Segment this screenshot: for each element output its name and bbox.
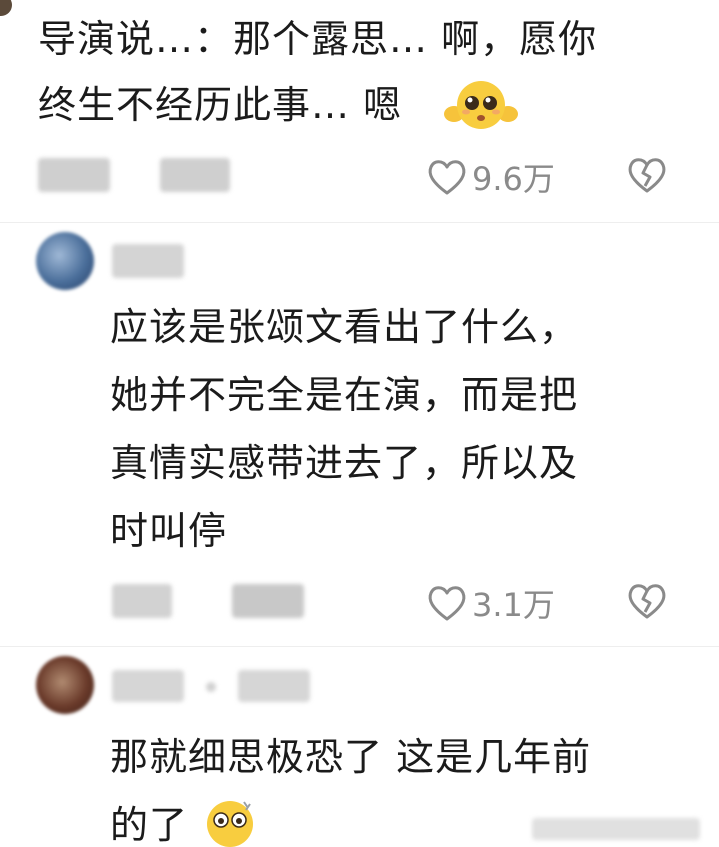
- location-label: [38, 158, 110, 192]
- avatar[interactable]: [36, 656, 94, 714]
- divider: [0, 222, 719, 223]
- author-tag: [238, 670, 310, 702]
- comment-text-line: 应该是张颂文看出了什么，: [110, 305, 579, 349]
- username[interactable]: [112, 670, 184, 702]
- watermark: [532, 818, 700, 840]
- comment-meta: 9.6万: [0, 152, 719, 202]
- broken-heart-icon[interactable]: [626, 582, 668, 620]
- like-button[interactable]: 3.1万: [426, 580, 555, 626]
- like-count: 3.1万: [472, 586, 555, 624]
- comment-text-line: 那就细思极恐了 这是几年前: [110, 735, 592, 779]
- avatar[interactable]: [0, 0, 12, 16]
- comment-text-line: 真情实感带进去了，所以及: [110, 441, 579, 485]
- avatar[interactable]: [36, 232, 94, 290]
- comment-text-line: 的了: [110, 803, 189, 847]
- pleading-face-emoji: [444, 81, 518, 129]
- location-label: [112, 584, 172, 618]
- comment-text-line: 时叫停: [110, 509, 228, 553]
- separator-dot: [206, 682, 216, 692]
- comment-text-line: 她并不完全是在演，而是把: [110, 373, 579, 417]
- heart-outline-icon: [428, 160, 466, 195]
- broken-heart-icon[interactable]: [626, 156, 668, 194]
- divider: [0, 646, 719, 647]
- reply-button[interactable]: [232, 584, 304, 618]
- time-label: [160, 158, 230, 192]
- like-button[interactable]: 9.6万: [426, 154, 555, 200]
- like-count: 9.6万: [472, 160, 555, 198]
- heart-outline-icon: [428, 586, 466, 621]
- username[interactable]: [112, 244, 184, 278]
- shocked-face-emoji: [207, 801, 253, 847]
- comment-meta: 3.1万: [0, 578, 719, 628]
- comment-text-line: 导演说…：那个露思… 啊，愿你: [38, 17, 598, 61]
- comment-text-line: 终生不经历此事… 嗯: [38, 83, 403, 127]
